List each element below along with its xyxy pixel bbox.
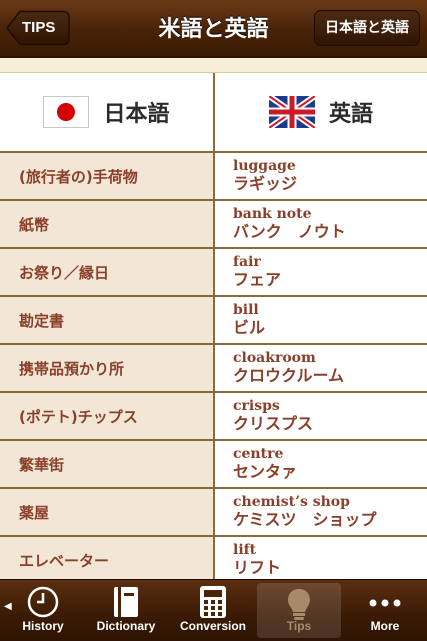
scroll-left-arrow-icon[interactable]: ◀ [4, 601, 12, 612]
calculator-icon [200, 586, 226, 618]
english-word: luggage [233, 158, 296, 174]
table-row[interactable]: (ポテト)チップス crisps クリスプス [0, 392, 427, 441]
english-cell: bill ビル [214, 296, 427, 345]
japanese-cell: 紙幣 [0, 200, 215, 249]
table-row[interactable]: 繁華街 centre センタァ [0, 440, 427, 489]
table-row[interactable]: (旅行者の)手荷物 luggage ラギッジ [0, 152, 427, 201]
english-word: crisps [233, 398, 280, 414]
english-cell: chemist’s shop ケミスツ ショップ [214, 488, 427, 537]
english-katakana: ラギッジ [233, 174, 298, 193]
english-katakana: フェア [233, 270, 282, 289]
english-katakana: リフト [233, 558, 282, 577]
book-icon [114, 587, 138, 617]
phrase-table: 日本語 英語 (旅行者の)手荷物 luggage ラギッジ 紙幣 bank no… [0, 73, 427, 580]
english-cell: lift リフト [214, 536, 427, 580]
tab-history[interactable]: History [0, 580, 86, 641]
english-katakana: ビル [233, 318, 266, 337]
table-row[interactable]: エレベーター lift リフト [0, 536, 427, 580]
japanese-cell: (ポテト)チップス [0, 392, 215, 441]
english-word: cloakroom [233, 350, 316, 366]
table-row[interactable]: 勘定書 bill ビル [0, 296, 427, 345]
english-word: centre [233, 446, 284, 462]
english-katakana: クリスプス [233, 414, 314, 433]
english-cell: bank note バンク ノウト [214, 200, 427, 249]
japanese-cell: (旅行者の)手荷物 [0, 152, 215, 201]
english-cell: fair フェア [214, 248, 427, 297]
japanese-cell: お祭り／縁日 [0, 248, 215, 297]
english-katakana: クロウクルーム [233, 366, 345, 385]
tab-more[interactable]: More [343, 580, 427, 641]
clock-icon [27, 586, 59, 618]
english-word: fair [233, 254, 261, 270]
japanese-cell: 携帯品預かり所 [0, 344, 215, 393]
english-word: chemist’s shop [233, 494, 350, 510]
english-cell: luggage ラギッジ [214, 152, 427, 201]
lightbulb-icon [288, 589, 310, 620]
tab-more-label: More [370, 619, 400, 633]
japanese-cell: 勘定書 [0, 296, 215, 345]
tab-tips-label: Tips [286, 619, 312, 633]
tab-history-label: History [22, 619, 64, 633]
english-katakana: ケミスツ ショップ [233, 510, 377, 529]
tab-conversion-label: Conversion [179, 619, 246, 633]
table-row[interactable]: 携帯品預かり所 cloakroom クロウクルーム [0, 344, 427, 393]
english-word: lift [233, 542, 257, 558]
tab-bar: History Dictionary Conversion Tips More [0, 579, 427, 641]
tab-tips[interactable]: Tips [257, 583, 341, 638]
header-japanese-label: 日本語 [103, 102, 170, 127]
japan-flag-icon [43, 96, 90, 128]
table-row[interactable]: 紙幣 bank note バンク ノウト [0, 200, 427, 249]
table-header-row: 日本語 英語 [0, 73, 427, 153]
table-row[interactable]: 薬屋 chemist’s shop ケミスツ ショップ [0, 488, 427, 537]
tab-dictionary[interactable]: Dictionary [86, 580, 166, 641]
japanese-english-button[interactable]: 日本語と英語 [314, 10, 420, 46]
phrase-table-scroll[interactable]: 日本語 英語 (旅行者の)手荷物 luggage ラギッジ 紙幣 bank no… [0, 72, 427, 580]
english-katakana: バンク ノウト [233, 222, 346, 241]
tab-dictionary-label: Dictionary [96, 619, 156, 633]
english-cell: crisps クリスプス [214, 392, 427, 441]
english-cell: cloakroom クロウクルーム [214, 344, 427, 393]
tab-conversion[interactable]: Conversion [170, 580, 256, 641]
japanese-cell: 薬屋 [0, 488, 215, 537]
japanese-cell: 繁華街 [0, 440, 215, 489]
english-katakana: センタァ [233, 462, 298, 481]
navigation-bar: TIPS 米語と英語 日本語と英語 [0, 0, 427, 58]
japanese-cell: エレベーター [0, 536, 215, 580]
english-cell: centre センタァ [214, 440, 427, 489]
header-strip [0, 58, 427, 72]
table-row[interactable]: お祭り／縁日 fair フェア [0, 248, 427, 297]
english-word: bank note [233, 206, 312, 222]
english-word: bill [233, 302, 259, 318]
uk-flag-icon [267, 93, 317, 131]
more-dots-icon [369, 599, 401, 607]
header-english: 英語 [214, 73, 427, 153]
header-japanese: 日本語 [0, 73, 215, 153]
header-english-label: 英語 [328, 102, 373, 127]
